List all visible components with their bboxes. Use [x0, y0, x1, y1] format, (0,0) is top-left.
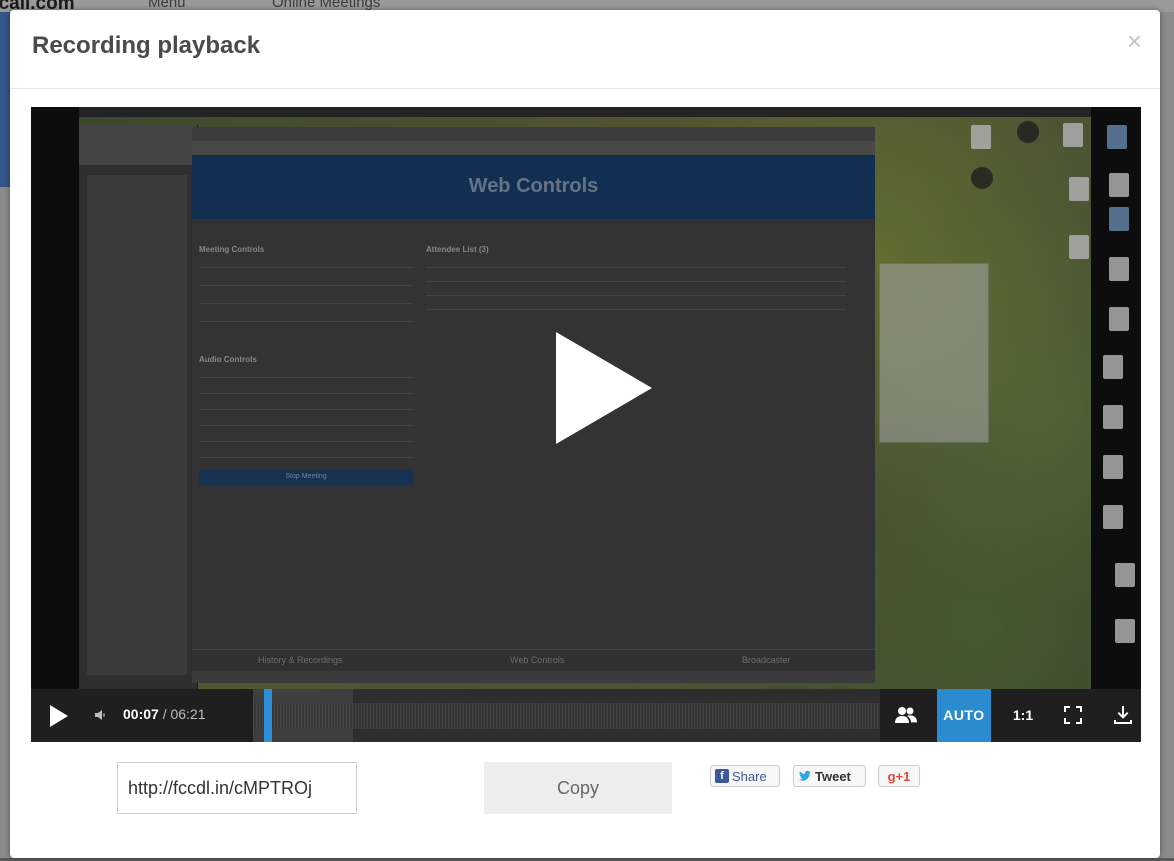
seek-bar-playhead[interactable] — [264, 689, 272, 742]
quality-auto-button[interactable]: AUTO — [937, 689, 991, 742]
seek-bar[interactable] — [253, 689, 880, 742]
player-control-bar: 00:07 / 06:21 AUTO 1:1 — [31, 689, 1141, 742]
facebook-share-button[interactable]: f Share — [710, 765, 780, 787]
audio-waveform — [253, 703, 880, 729]
twitter-bird-icon — [798, 770, 812, 781]
volume-button[interactable] — [93, 707, 109, 723]
fullscreen-button[interactable] — [1061, 703, 1085, 727]
download-button[interactable] — [1111, 703, 1135, 727]
big-play-button[interactable] — [556, 332, 652, 444]
twitter-tweet-button[interactable]: Tweet — [793, 765, 866, 787]
facebook-share-label: Share — [732, 768, 767, 784]
volume-icon — [95, 710, 105, 720]
close-button[interactable]: × — [1127, 28, 1142, 54]
google-plus-button[interactable]: g+1 — [878, 765, 920, 787]
time-display: 00:07 / 06:21 — [123, 706, 206, 722]
facebook-icon: f — [715, 769, 729, 783]
video-player[interactable]: Web Controls Meeting Controls Attendee L… — [31, 107, 1141, 742]
share-link-input[interactable] — [117, 762, 357, 814]
video-frame[interactable]: Web Controls Meeting Controls Attendee L… — [31, 107, 1141, 689]
play-button[interactable] — [31, 689, 83, 742]
current-time: 00:07 — [123, 706, 159, 722]
background-sidebar — [0, 12, 10, 187]
people-icon — [895, 707, 917, 723]
modal-header: Recording playback × — [10, 10, 1160, 89]
aspect-ratio-button[interactable]: 1:1 — [1003, 689, 1043, 742]
recording-playback-modal: Recording playback × Web Controls Meetin… — [10, 10, 1160, 858]
copy-button[interactable]: Copy — [484, 762, 672, 814]
total-time: 06:21 — [170, 706, 206, 722]
google-plus-label: g+1 — [887, 768, 911, 784]
time-separator: / — [158, 706, 171, 722]
fullscreen-icon — [1064, 706, 1082, 724]
play-icon — [50, 705, 68, 727]
participants-button[interactable] — [893, 704, 919, 726]
modal-title: Recording playback — [32, 32, 261, 59]
twitter-tweet-label: Tweet — [815, 768, 851, 784]
download-icon — [1114, 706, 1132, 724]
